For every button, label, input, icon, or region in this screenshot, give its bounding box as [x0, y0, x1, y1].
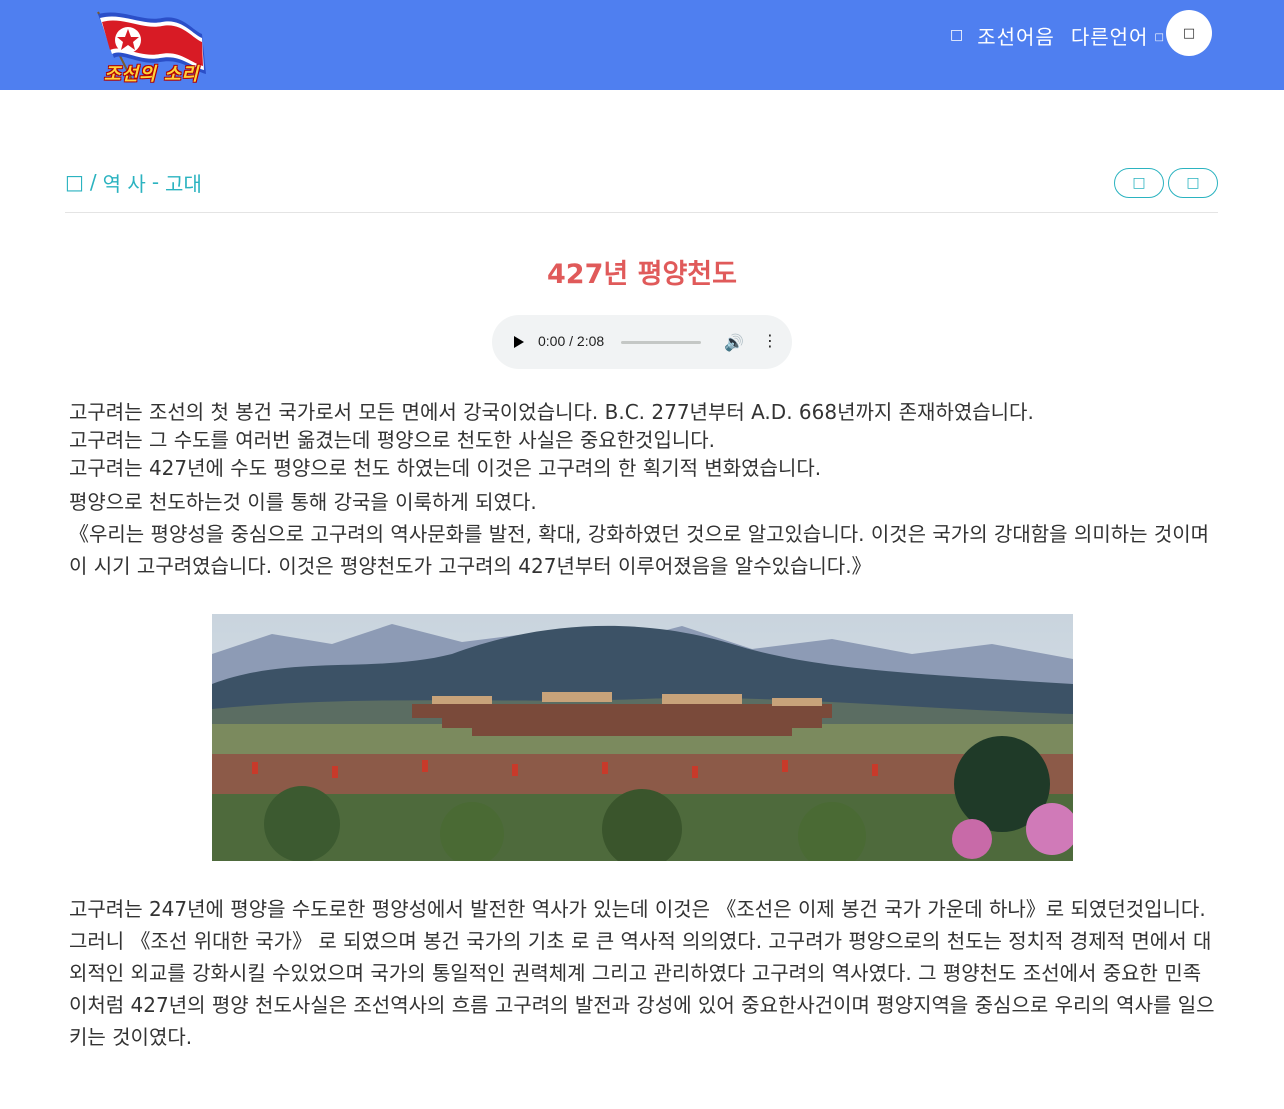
- chevron-down-icon[interactable]: □: [1154, 32, 1163, 43]
- top-nav-bar: 조선의 소리 □ 조선어음 다른언어 □ □: [0, 0, 1284, 90]
- divider: [65, 212, 1218, 213]
- audio-seek-bar[interactable]: [621, 341, 701, 344]
- article-image: [212, 614, 1073, 861]
- play-icon[interactable]: [514, 336, 524, 348]
- home-icon[interactable]: □: [950, 27, 963, 43]
- breadcrumb-separator: /: [89, 170, 97, 194]
- forward-icon: □: [1186, 175, 1200, 191]
- home-icon[interactable]: □: [65, 170, 84, 194]
- breadcrumb-section[interactable]: 역 사: [103, 168, 146, 197]
- search-button[interactable]: □: [1166, 10, 1212, 56]
- breadcrumb: □ / 역 사 - 고대: [65, 168, 208, 197]
- nav-item-korean[interactable]: 조선어음: [977, 21, 1055, 50]
- audio-player[interactable]: 0:00 / 2:08 🔊 ⋮: [492, 315, 792, 369]
- volume-icon[interactable]: 🔊: [724, 333, 744, 352]
- paragraph-1: 고구려는 조선의 첫 봉건 국가로서 모든 면에서 강국이었습니다. B.C. …: [69, 400, 1034, 424]
- prev-button[interactable]: □: [1114, 168, 1164, 198]
- paragraph-2: 고구려는 그 수도를 여러번 옮겼는데 평양으로 천도한 사실은 중요한것입니다…: [69, 428, 716, 452]
- audio-time: 0:00 / 2:08: [538, 333, 605, 349]
- main-nav: □ 조선어음 다른언어 □: [950, 21, 1164, 50]
- paragraph-7: 이처럼 427년의 평양 천도사실은 조선역사의 흐름 고구려의 발전과 강성에…: [69, 993, 1215, 1049]
- paragraph-6: 고구려는 247년에 평양을 수도로한 평양성에서 발전한 역사가 있는데 이것…: [69, 897, 1212, 985]
- search-icon: □: [1182, 25, 1196, 41]
- breadcrumb-subsection[interactable]: 고대: [165, 168, 202, 197]
- nav-item-other-languages[interactable]: 다른언어: [1071, 21, 1149, 50]
- paragraph-5: 《우리는 평양성을 중심으로 고구려의 역사문화를 발전, 확대, 강화하였던 …: [69, 522, 1210, 578]
- back-icon: □: [1132, 175, 1146, 191]
- next-button[interactable]: □: [1168, 168, 1218, 198]
- paragraph-3: 고구려는 427년에 수도 평양으로 천도 하였는데 이것은 고구려의 한 획기…: [69, 456, 822, 480]
- article-title: 427년 평양천도: [547, 259, 737, 290]
- logo-text[interactable]: 조선의 소리: [104, 60, 199, 86]
- paragraph-4: 평양으로 천도하는것 이를 통해 강국을 이룩하게 되였다.: [69, 490, 537, 514]
- more-options-icon[interactable]: ⋮: [762, 333, 778, 349]
- breadcrumb-dash: -: [151, 170, 160, 194]
